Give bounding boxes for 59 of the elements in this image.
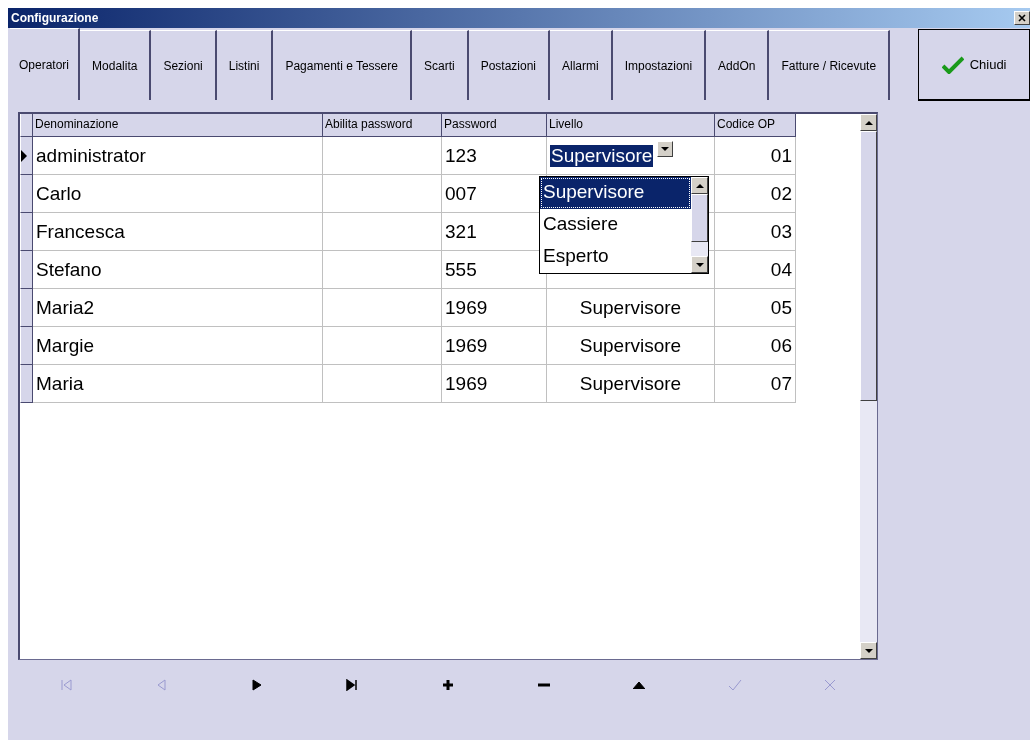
tab[interactable]: Scarti <box>411 30 469 100</box>
tab[interactable]: Sezioni <box>151 30 217 100</box>
check-icon <box>941 55 964 74</box>
down-arrow-icon <box>695 262 704 267</box>
column-header[interactable]: Abilita password <box>323 114 442 137</box>
row-indicator[interactable] <box>20 251 33 289</box>
row-indicator[interactable] <box>20 289 33 327</box>
table-cell: 1969 <box>442 365 547 403</box>
tab[interactable]: Fatture / Ricevute <box>769 30 891 100</box>
tab[interactable]: AddOn <box>706 30 770 100</box>
up-arrow-icon <box>695 183 704 188</box>
table-cell: Maria <box>33 365 323 403</box>
scrollbar[interactable] <box>691 177 708 273</box>
close-dialog-button[interactable]: Chiudi <box>918 29 1030 101</box>
dropdown-button[interactable] <box>657 141 674 157</box>
level-combo-value[interactable]: Supervisore <box>550 144 654 167</box>
window-title: Configurazione <box>11 11 99 25</box>
down-arrow-icon <box>864 648 873 653</box>
row-indicator[interactable] <box>20 327 33 365</box>
close-icon <box>1018 14 1026 22</box>
tab[interactable]: Operatori <box>10 28 81 100</box>
row-indicator[interactable] <box>20 213 33 251</box>
table-cell: 06 <box>715 327 796 365</box>
row-indicator[interactable] <box>20 365 33 403</box>
table-cell: 03 <box>715 213 796 251</box>
table-cell: Supervisore <box>547 365 715 403</box>
current-row-icon <box>21 149 27 162</box>
table-cell: Supervisore <box>547 289 715 327</box>
column-header[interactable]: Denominazione <box>33 114 323 137</box>
tab[interactable]: Listini <box>216 30 274 100</box>
table-cell: 1969 <box>442 327 547 365</box>
table-cell: 04 <box>715 251 796 289</box>
table-cell: 07 <box>715 365 796 403</box>
table-cell: Maria2 <box>33 289 323 327</box>
table-cell: 123 <box>442 137 547 175</box>
tab[interactable]: Impostazioni <box>612 30 707 100</box>
column-header[interactable]: Password <box>442 114 547 137</box>
table-cell: Supervisore <box>547 327 715 365</box>
table-cell: Carlo <box>33 175 323 213</box>
table-cell: 1969 <box>442 289 547 327</box>
table-cell: 05 <box>715 289 796 327</box>
table-cell: Stefano <box>33 251 323 289</box>
tab[interactable]: Modalita <box>80 30 152 100</box>
table-cell: 02 <box>715 175 796 213</box>
scrollbar[interactable] <box>860 114 877 659</box>
row-indicator[interactable] <box>20 137 33 175</box>
table-cell: Francesca <box>33 213 323 251</box>
table-cell: Margie <box>33 327 323 365</box>
table-cell: 01 <box>715 137 796 175</box>
tab[interactable]: Pagamenti e Tessere <box>273 30 412 100</box>
tab[interactable]: Postazioni <box>468 30 550 100</box>
up-arrow-icon <box>864 120 873 125</box>
column-header[interactable]: Livello <box>547 114 715 137</box>
close-button[interactable] <box>1014 11 1030 25</box>
column-header[interactable]: Codice OP <box>715 114 796 137</box>
down-arrow-icon <box>661 147 670 151</box>
table-cell: administrator <box>33 137 323 175</box>
tab[interactable]: Allarmi <box>550 30 613 100</box>
row-indicator[interactable] <box>20 175 33 213</box>
